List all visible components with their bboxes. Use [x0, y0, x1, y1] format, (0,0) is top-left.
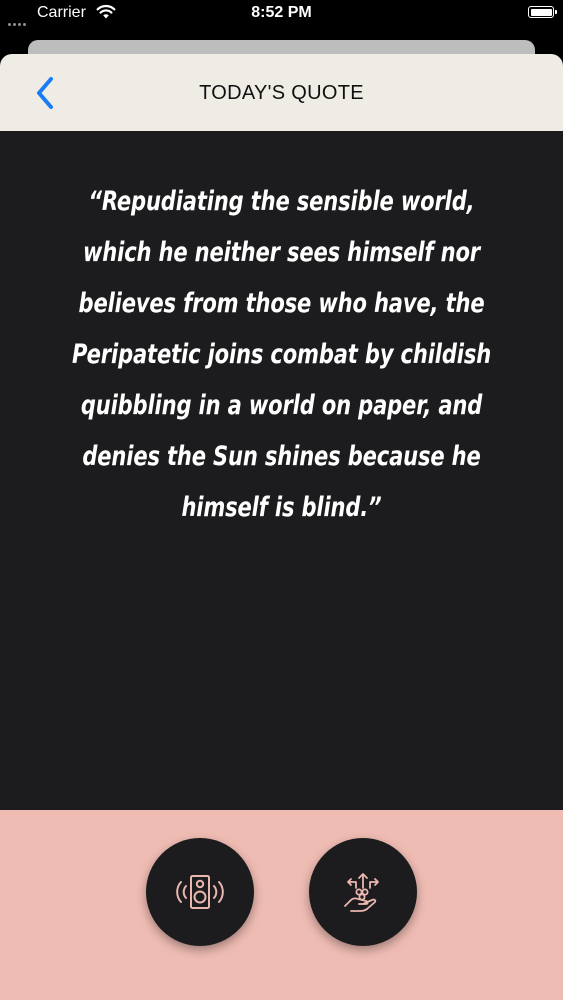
status-bar: Carrier 8:52 PM — [0, 0, 563, 32]
speak-button[interactable] — [146, 838, 254, 946]
page-title: TODAY'S QUOTE — [199, 82, 364, 104]
quote-area: “Repudiating the sensible world, which h… — [0, 131, 563, 810]
action-bar — [0, 810, 563, 1000]
quote-sheet: TODAY'S QUOTE “Repudiating the sensible … — [0, 54, 563, 1000]
hand-share-icon — [344, 873, 379, 912]
share-button[interactable] — [309, 838, 417, 946]
battery-icon — [528, 6, 557, 18]
speaker-icon — [176, 875, 224, 909]
clock: 8:52 PM — [251, 4, 312, 21]
quote-text: “Repudiating the sensible world, which h… — [71, 186, 492, 523]
navigation-bar: TODAY'S QUOTE — [0, 54, 563, 131]
